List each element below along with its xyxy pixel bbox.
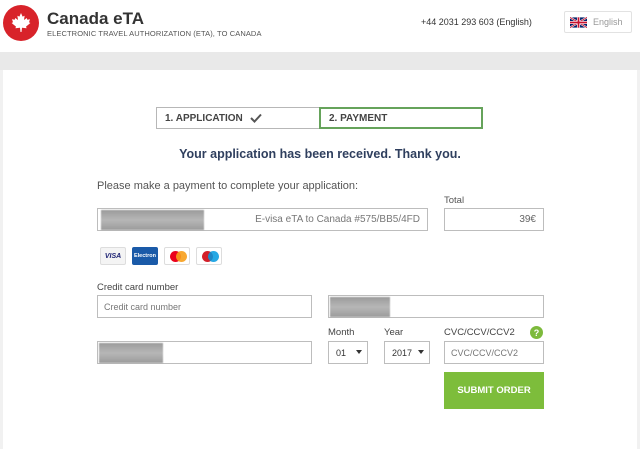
visa-electron-icon: Electron (132, 247, 158, 265)
support-phone[interactable]: +44 2031 293 603 (English) (421, 17, 532, 27)
step-application-label: 1. APPLICATION (165, 112, 243, 124)
year-select[interactable]: 2017 (384, 341, 430, 364)
step-payment-label: 2. PAYMENT (329, 112, 388, 124)
uk-flag-icon (570, 16, 587, 28)
language-selector[interactable]: English (564, 11, 632, 33)
help-icon[interactable]: ? (530, 326, 543, 339)
maestro-icon (196, 247, 222, 265)
year-label: Year (384, 327, 404, 338)
redacted-name (101, 210, 204, 230)
total-label: Total (444, 195, 465, 206)
year-value: 2017 (392, 347, 413, 358)
language-label: English (593, 17, 623, 27)
redacted-field (99, 343, 163, 363)
cvc-label: CVC/CCV/CCV2 (444, 327, 515, 338)
mastercard-icon (164, 247, 190, 265)
redacted-cardholder (330, 297, 390, 317)
header-divider (0, 52, 640, 70)
checkmark-icon (250, 113, 262, 123)
product-summary-field: E-visa eTA to Canada #575/BB5/4FD (97, 208, 428, 231)
card-number-input[interactable] (97, 295, 312, 318)
chevron-down-icon (356, 350, 362, 354)
payment-instruction: Please make a payment to complete your a… (97, 180, 359, 192)
month-value: 01 (336, 347, 347, 358)
submit-order-button[interactable]: SUBMIT ORDER (444, 372, 544, 409)
accepted-cards: VISA Electron (100, 247, 222, 265)
brand-title[interactable]: Canada eTA (47, 9, 144, 29)
received-message: Your application has been received. Than… (179, 147, 461, 161)
cvc-input[interactable] (444, 341, 544, 364)
total-amount: 39€ (519, 214, 536, 225)
cardholder-name-field[interactable] (328, 295, 544, 318)
step-application[interactable]: 1. APPLICATION (156, 107, 320, 129)
chevron-down-icon (418, 350, 424, 354)
product-description: E-visa eTA to Canada #575/BB5/4FD (255, 214, 420, 225)
secondary-field[interactable] (97, 341, 312, 364)
total-amount-field: 39€ (444, 208, 544, 231)
visa-icon: VISA (100, 247, 126, 265)
month-label: Month (328, 327, 355, 338)
brand-subtitle: ELECTRONIC TRAVEL AUTHORIZATION (ETA), T… (47, 29, 262, 38)
step-payment[interactable]: 2. PAYMENT (319, 107, 483, 129)
card-number-label: Credit card number (97, 282, 179, 293)
month-select[interactable]: 01 (328, 341, 368, 364)
site-header: Canada eTA ELECTRONIC TRAVEL AUTHORIZATI… (0, 0, 640, 52)
maple-leaf-icon[interactable] (3, 5, 39, 41)
